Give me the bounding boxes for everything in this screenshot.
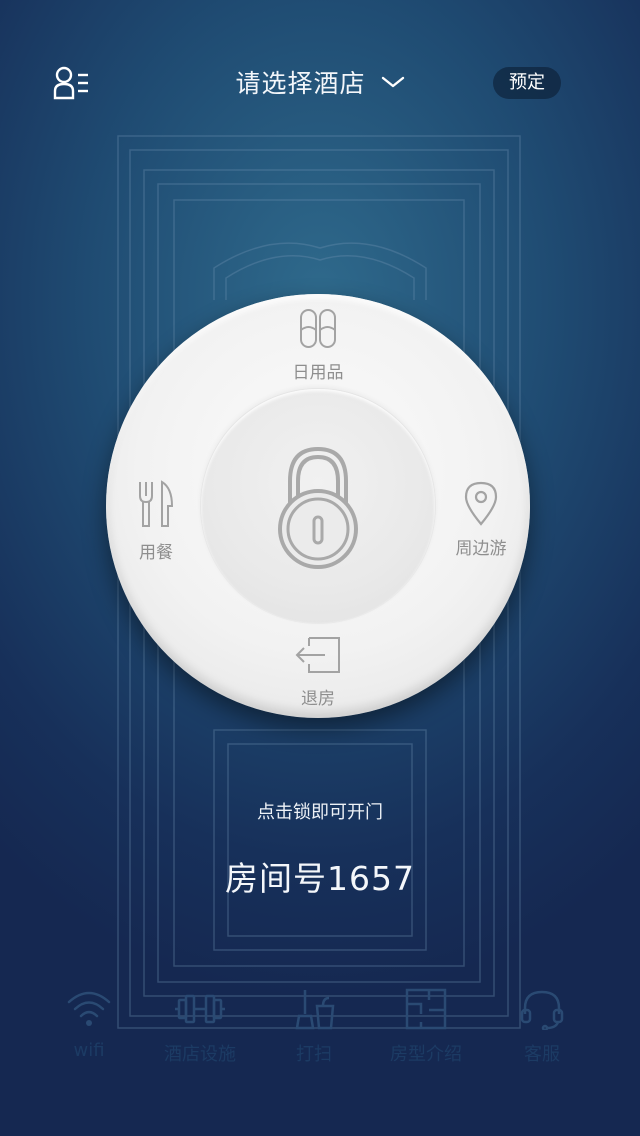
- fork-knife-icon: [139, 480, 174, 527]
- floorplan-icon: [405, 988, 447, 1030]
- location-pin-icon: [464, 481, 498, 526]
- tab-room-types-label: 房型介绍: [390, 1044, 462, 1065]
- header: 请选择酒店 预定: [0, 0, 640, 168]
- room-number: 房间号1657: [225, 859, 415, 898]
- tab-wifi[interactable]: wifi: [46, 988, 132, 1061]
- wifi-icon: [67, 991, 111, 1026]
- tab-room-types[interactable]: 房型介绍: [380, 988, 472, 1066]
- tab-facilities[interactable]: 酒店设施: [152, 988, 248, 1066]
- tab-customer-service[interactable]: 客服: [506, 988, 578, 1066]
- tab-customer-service-label: 客服: [524, 1044, 560, 1065]
- reserve-button[interactable]: 预定: [493, 67, 561, 99]
- chevron-down-icon: [381, 76, 404, 88]
- unlock-hint: 点击锁即可开门: [257, 802, 383, 823]
- tab-cleaning-label: 打扫: [296, 1044, 332, 1065]
- nearby-tours-label: 周边游: [455, 539, 507, 559]
- tab-facilities-label: 酒店设施: [164, 1044, 236, 1065]
- checkout-label: 退房: [301, 689, 335, 709]
- daily-supplies-button[interactable]: 日用品: [276, 308, 360, 383]
- nearby-tours-button[interactable]: 周边游: [441, 480, 521, 559]
- service-dial: 日用品 用餐 周边游 退房: [106, 294, 530, 718]
- checkout-button[interactable]: 退房: [276, 634, 360, 709]
- exit-icon: [295, 637, 340, 673]
- tab-cleaning[interactable]: 打扫: [276, 988, 352, 1066]
- dining-button[interactable]: 用餐: [124, 480, 188, 563]
- tab-wifi-label: wifi: [73, 1040, 105, 1061]
- page-title: 请选择酒店: [235, 69, 366, 98]
- daily-supplies-label: 日用品: [292, 363, 344, 383]
- dining-label: 用餐: [139, 543, 173, 563]
- headset-icon: [520, 990, 564, 1030]
- bottom-tab-bar: wifi 酒店设施 打扫 房型介绍 客服: [0, 988, 640, 1078]
- cleaning-icon: [295, 990, 335, 1030]
- slippers-icon: [300, 309, 336, 348]
- unlock-button[interactable]: [201, 389, 435, 623]
- dumbbell-icon: [175, 994, 225, 1024]
- lock-icon: [278, 446, 358, 569]
